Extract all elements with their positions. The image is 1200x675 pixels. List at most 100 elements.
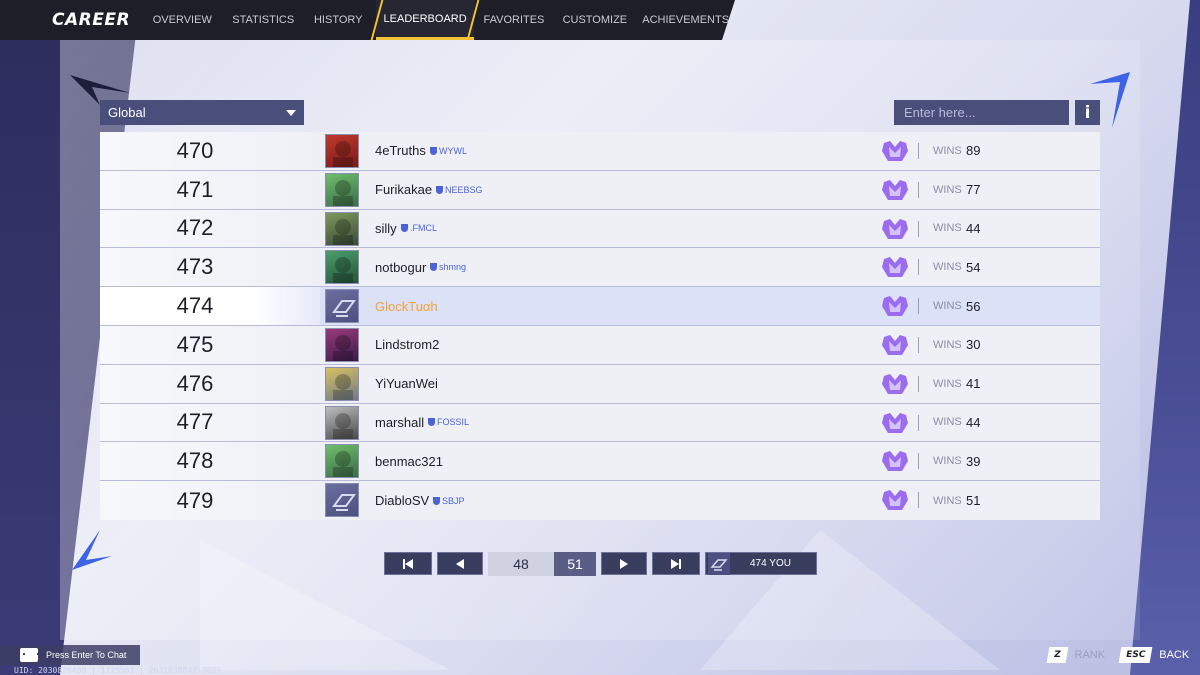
- chat-hint-bar[interactable]: Press Enter To Chat: [0, 645, 140, 665]
- info-button[interactable]: i: [1075, 100, 1100, 125]
- rank-tier-icon: [882, 179, 908, 200]
- player-name[interactable]: GlockTuαh: [375, 299, 438, 314]
- player-name[interactable]: benmac321: [375, 454, 443, 469]
- rank-tier-icon: [882, 412, 908, 433]
- club-shield-icon: [436, 185, 443, 194]
- rank-tier-icon: [882, 373, 908, 394]
- row-divider: [918, 453, 919, 470]
- player-name[interactable]: YiYuanWei: [375, 376, 438, 391]
- rank-number: 479: [100, 481, 320, 520]
- last-page-button[interactable]: [652, 552, 700, 575]
- leaderboard-row[interactable]: 475 Lindstrom2 WINS 30: [100, 325, 1100, 365]
- rank-number: 478: [100, 442, 320, 481]
- arrow-left-icon: [456, 558, 464, 569]
- player-name[interactable]: marshall: [375, 415, 424, 430]
- wins-label: WINS: [933, 455, 962, 468]
- tab-overview[interactable]: OVERVIEW: [139, 0, 226, 40]
- wins-label: WINS: [933, 183, 962, 196]
- first-page-button[interactable]: [384, 552, 432, 575]
- row-divider: [918, 336, 919, 353]
- club-shield-icon: [428, 418, 435, 427]
- player-name[interactable]: DiabloSV: [375, 493, 429, 508]
- leaderboard-row[interactable]: 479 DiabloSV SBJP WINS 51: [100, 481, 1100, 520]
- row-divider: [918, 220, 919, 237]
- hero-portrait-icon: [333, 373, 353, 400]
- tab-achievements[interactable]: ACHIEVEMENTS !: [636, 0, 735, 40]
- skip-last-icon: [671, 558, 681, 569]
- current-page-field[interactable]: 48: [488, 552, 554, 576]
- rank-number: 471: [100, 170, 320, 209]
- leaderboard-row[interactable]: 470 4eTruths WYWL WINS 89: [100, 132, 1100, 171]
- player-avatar: [325, 289, 359, 324]
- club-tag: NEEBSG: [436, 185, 483, 195]
- wins-value: 44: [966, 414, 981, 430]
- wins-value: 39: [966, 453, 981, 469]
- leaderboard-row[interactable]: 472 silly .FMCL WINS 44: [100, 209, 1100, 249]
- row-divider: [918, 375, 919, 392]
- jump-to-self-button[interactable]: 474 YOU: [705, 552, 817, 575]
- hero-portrait-icon: [333, 141, 353, 167]
- self-rank-label: 474 YOU: [750, 558, 791, 569]
- hero-portrait-icon: [333, 412, 353, 439]
- club-tag: .FMCL: [401, 223, 437, 233]
- player-avatar: [325, 366, 359, 401]
- player-logo-icon: [708, 552, 730, 575]
- leaderboard-row-self[interactable]: 474 GlockTuαh WINS 56: [100, 287, 1100, 326]
- tab-customize[interactable]: CUSTOMIZE: [553, 0, 636, 40]
- wins-value: 41: [966, 376, 981, 392]
- rank-key-hint[interactable]: Z RANK: [1046, 647, 1106, 663]
- player-avatar: [325, 483, 359, 518]
- skip-first-icon: [403, 558, 413, 569]
- club-tag: WYWL: [430, 146, 467, 156]
- player-search-input[interactable]: [894, 100, 1069, 125]
- player-avatar: [325, 327, 359, 362]
- wins-label: WINS: [933, 338, 962, 351]
- tab-leaderboard[interactable]: LEADERBOARD: [375, 0, 475, 40]
- chat-icon: [20, 648, 39, 662]
- club-tag-label: shmng: [439, 262, 467, 273]
- player-name[interactable]: 4eTruths: [375, 143, 426, 158]
- achievements-badge-icon: !: [731, 9, 735, 21]
- row-divider: [918, 414, 919, 431]
- tab-statistics[interactable]: STATISTICS: [226, 0, 301, 40]
- build-info-text: UID: 2030826480 | 1725561 | 2031038842-8…: [14, 666, 222, 675]
- leaderboard-row[interactable]: 478 benmac321 WINS 39: [100, 442, 1100, 482]
- club-shield-icon: [433, 496, 440, 505]
- rank-number: 476: [100, 364, 320, 403]
- rank-tier-icon: [882, 257, 908, 278]
- hero-portrait-icon: [333, 451, 353, 478]
- scope-dropdown[interactable]: Global: [100, 100, 304, 125]
- next-page-button[interactable]: [601, 552, 647, 575]
- club-tag: shmng: [430, 262, 466, 272]
- back-key-hint[interactable]: ESC BACK: [1118, 647, 1189, 663]
- chevron-down-icon: [286, 109, 296, 116]
- player-name[interactable]: silly: [375, 221, 397, 236]
- leaderboard-row[interactable]: 473 notbogur shmng WINS 54: [100, 248, 1100, 288]
- player-name[interactable]: notbogur: [375, 260, 426, 275]
- player-avatar: [325, 172, 359, 207]
- wins-value: 54: [966, 259, 981, 275]
- rank-number: 472: [100, 209, 320, 248]
- club-tag-label: WYWL: [439, 145, 467, 156]
- rank-tier-icon: [882, 490, 908, 511]
- hero-portrait-icon: [333, 334, 353, 361]
- player-name[interactable]: Lindstrom2: [375, 337, 439, 352]
- tab-history[interactable]: HISTORY: [301, 0, 376, 40]
- leaderboard-table: 470 4eTruths WYWL WINS 89 471 Furikakae …: [100, 132, 1100, 520]
- player-name[interactable]: Furikakae: [375, 182, 432, 197]
- rank-key-label: RANK: [1074, 649, 1106, 661]
- rank-number: 473: [100, 248, 320, 287]
- player-logo-icon: [332, 300, 356, 318]
- club-shield-icon: [401, 224, 408, 233]
- player-logo-icon: [332, 494, 356, 512]
- row-divider: [918, 143, 919, 159]
- wins-label: WINS: [933, 416, 962, 429]
- wins-label: WINS: [933, 377, 962, 390]
- tab-favorites[interactable]: FAVORITES: [474, 0, 553, 40]
- wins-label: WINS: [933, 144, 962, 157]
- previous-page-button[interactable]: [437, 552, 483, 575]
- leaderboard-row[interactable]: 476 YiYuanWei WINS 41: [100, 364, 1100, 404]
- row-divider: [918, 298, 919, 315]
- leaderboard-row[interactable]: 471 Furikakae NEEBSG WINS 77: [100, 170, 1100, 210]
- leaderboard-row[interactable]: 477 marshall FOSSIL WINS 44: [100, 403, 1100, 443]
